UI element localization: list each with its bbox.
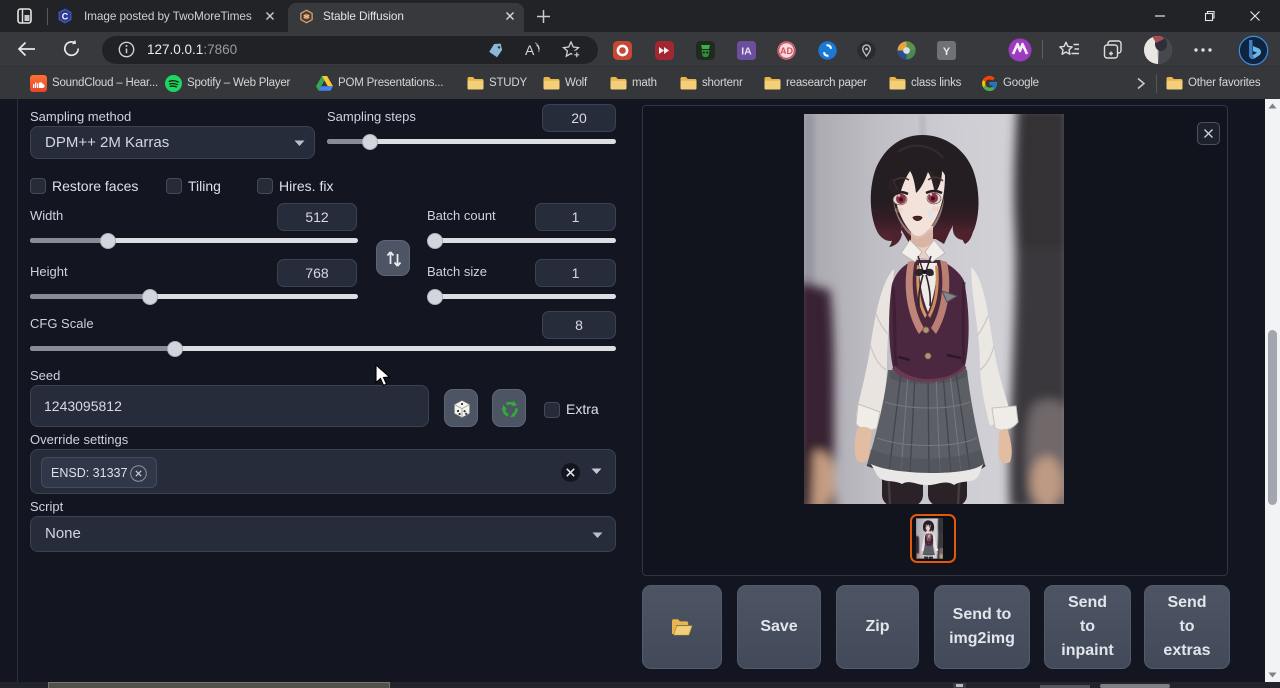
- svg-text:C: C: [62, 12, 69, 22]
- svg-text:A: A: [525, 42, 535, 58]
- svg-text:IA: IA: [741, 46, 752, 58]
- svg-text:Y: Y: [943, 46, 951, 58]
- svg-text:AD: AD: [780, 46, 793, 56]
